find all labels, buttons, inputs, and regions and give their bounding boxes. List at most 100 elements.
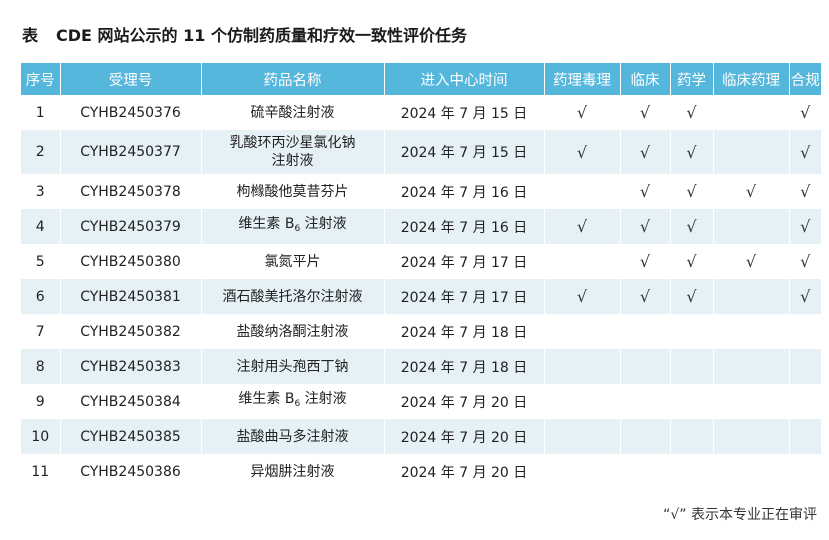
table-caption: 表 CDE 网站公示的 11 个仿制药质量和疗效一致性评价任务 xyxy=(22,22,467,46)
check-mark-icon: √ xyxy=(639,217,651,236)
cell-clinpharm: √ xyxy=(713,174,790,209)
cell-date: 2024 年 7 月 18 日 xyxy=(384,314,545,349)
check-mark-icon: √ xyxy=(639,142,651,162)
cell-clinical: √ xyxy=(620,130,671,174)
check-mark-icon: √ xyxy=(800,287,811,306)
cell-drug-name: 维生素 B6 注射液 xyxy=(201,384,385,419)
cell-clinical xyxy=(620,384,671,419)
cell-pharmacy xyxy=(670,314,714,349)
cell-pharmacy: √ xyxy=(670,130,714,174)
table-row: 10 CYHB2450385 盐酸曲马多注射液 2024 年 7 月 20 日 xyxy=(21,419,821,454)
evaluation-table: 序号 受理号 药品名称 进入中心时间 药理毒理 临床 药学 临床药理 合规 1C… xyxy=(21,63,821,489)
cell-clinpharm xyxy=(713,130,790,174)
cell-no: 4 xyxy=(21,209,61,244)
cell-clinical: √ xyxy=(620,174,671,209)
cell-no: 1 xyxy=(21,95,61,130)
cell-clinical xyxy=(620,419,671,454)
cell-date: 2024 年 7 月 17 日 xyxy=(384,244,545,279)
cell-id: CYHB2450381 xyxy=(60,279,202,314)
cell-pharmtox xyxy=(544,174,621,209)
cell-pharmtox xyxy=(544,419,621,454)
cell-pharmacy xyxy=(670,349,714,384)
cell-date: 2024 年 7 月 15 日 xyxy=(384,130,545,174)
check-mark-icon: √ xyxy=(800,103,811,122)
cell-no: 11 xyxy=(21,454,61,489)
cell-pharmacy: √ xyxy=(670,244,714,279)
drug-name-suffix: 注射液 xyxy=(300,216,347,232)
cell-clinpharm xyxy=(713,95,790,130)
check-mark-icon: √ xyxy=(686,287,697,306)
cell-date: 2024 年 7 月 17 日 xyxy=(384,279,545,314)
col-header-id: 受理号 xyxy=(60,63,202,95)
check-mark-icon: √ xyxy=(800,182,811,201)
cell-compliance: √ xyxy=(789,209,821,244)
table-row: 1 CYHB2450376 硫辛酸注射液 2024 年 7 月 15 日 √ √ √ √ xyxy=(21,95,821,130)
cell-pharmtox: √ xyxy=(544,209,621,244)
drug-name-suffix: 注射液 xyxy=(300,391,347,407)
cell-compliance: √ xyxy=(789,130,821,174)
cell-clinical: √ xyxy=(620,209,671,244)
cell-drug-name: 硫辛酸注射液 xyxy=(201,95,385,130)
col-header-clinpharm: 临床药理 xyxy=(713,63,790,95)
drug-name-prefix: 维生素 B xyxy=(238,216,295,232)
cell-id: CYHB2450377 xyxy=(60,130,202,174)
check-mark-icon: √ xyxy=(800,252,811,271)
cell-pharmacy xyxy=(670,384,714,419)
table-row: 8 CYHB2450383 注射用头孢西丁钠 2024 年 7 月 18 日 xyxy=(21,349,821,384)
cell-date: 2024 年 7 月 20 日 xyxy=(384,419,545,454)
cell-compliance: √ xyxy=(789,174,821,209)
cell-id: CYHB2450378 xyxy=(60,174,202,209)
check-mark-icon: √ xyxy=(686,103,697,122)
cell-pharmacy xyxy=(670,419,714,454)
footnote: “√” 表示本专业正在审评 xyxy=(663,507,817,523)
cell-pharmacy: √ xyxy=(670,209,714,244)
cell-clinpharm xyxy=(713,454,790,489)
cell-clinical xyxy=(620,314,671,349)
cell-pharmacy xyxy=(670,454,714,489)
table-row: 5 CYHB2450380 氯氮平片 2024 年 7 月 17 日 √ √ √ √ xyxy=(21,244,821,279)
col-header-pharmtox: 药理毒理 xyxy=(544,63,621,95)
cell-clinpharm: √ xyxy=(713,244,790,279)
cell-drug-name: 注射用头孢西丁钠 xyxy=(201,349,385,384)
cell-pharmtox xyxy=(544,384,621,419)
cell-clinpharm xyxy=(713,209,790,244)
caption-label: 表 xyxy=(22,26,39,45)
cell-no: 3 xyxy=(21,174,61,209)
cell-no: 10 xyxy=(21,419,61,454)
table-row: 7 CYHB2450382 盐酸纳洛酮注射液 2024 年 7 月 18 日 xyxy=(21,314,821,349)
cell-no: 2 xyxy=(21,130,61,174)
check-mark-icon: √ xyxy=(686,142,697,162)
table-row: 2 CYHB2450377 乳酸环丙沙星氯化钠 注射液 2024 年 7 月 15 日 √… xyxy=(21,130,821,174)
cell-pharmtox xyxy=(544,454,621,489)
cell-clinical xyxy=(620,454,671,489)
check-mark-icon: √ xyxy=(576,103,588,122)
cell-clinical: √ xyxy=(620,95,671,130)
cell-compliance xyxy=(789,314,821,349)
table-row: 4 CYHB2450379 维生素 B6 注射液 2024 年 7 月 16 日 √ √ √… xyxy=(21,209,821,244)
table-row: 11 CYHB2450386 异烟肼注射液 2024 年 7 月 20 日 xyxy=(21,454,821,489)
check-mark-icon: √ xyxy=(576,217,588,236)
check-mark-icon: √ xyxy=(745,252,757,271)
cell-date: 2024 年 7 月 16 日 xyxy=(384,209,545,244)
cell-clinical: √ xyxy=(620,279,671,314)
cell-compliance: √ xyxy=(789,244,821,279)
cell-compliance: √ xyxy=(789,279,821,314)
col-header-date: 进入中心时间 xyxy=(384,63,545,95)
cell-pharmtox: √ xyxy=(544,130,621,174)
check-mark-icon: √ xyxy=(800,142,811,162)
cell-clinpharm xyxy=(713,419,790,454)
drug-name-line2: 注射液 xyxy=(271,153,314,169)
cell-clinical: √ xyxy=(620,244,671,279)
cell-compliance: √ xyxy=(789,95,821,130)
cell-pharmacy: √ xyxy=(670,279,714,314)
cell-date: 2024 年 7 月 20 日 xyxy=(384,384,545,419)
cell-pharmtox: √ xyxy=(544,95,621,130)
cell-no: 5 xyxy=(21,244,61,279)
cell-pharmacy: √ xyxy=(670,174,714,209)
cell-drug-name: 枸橼酸他莫昔芬片 xyxy=(201,174,385,209)
cell-date: 2024 年 7 月 15 日 xyxy=(384,95,545,130)
cell-clinpharm xyxy=(713,279,790,314)
cell-drug-name: 盐酸纳洛酮注射液 xyxy=(201,314,385,349)
cell-date: 2024 年 7 月 18 日 xyxy=(384,349,545,384)
caption-text: CDE 网站公示的 11 个仿制药质量和疗效一致性评价任务 xyxy=(56,26,467,45)
